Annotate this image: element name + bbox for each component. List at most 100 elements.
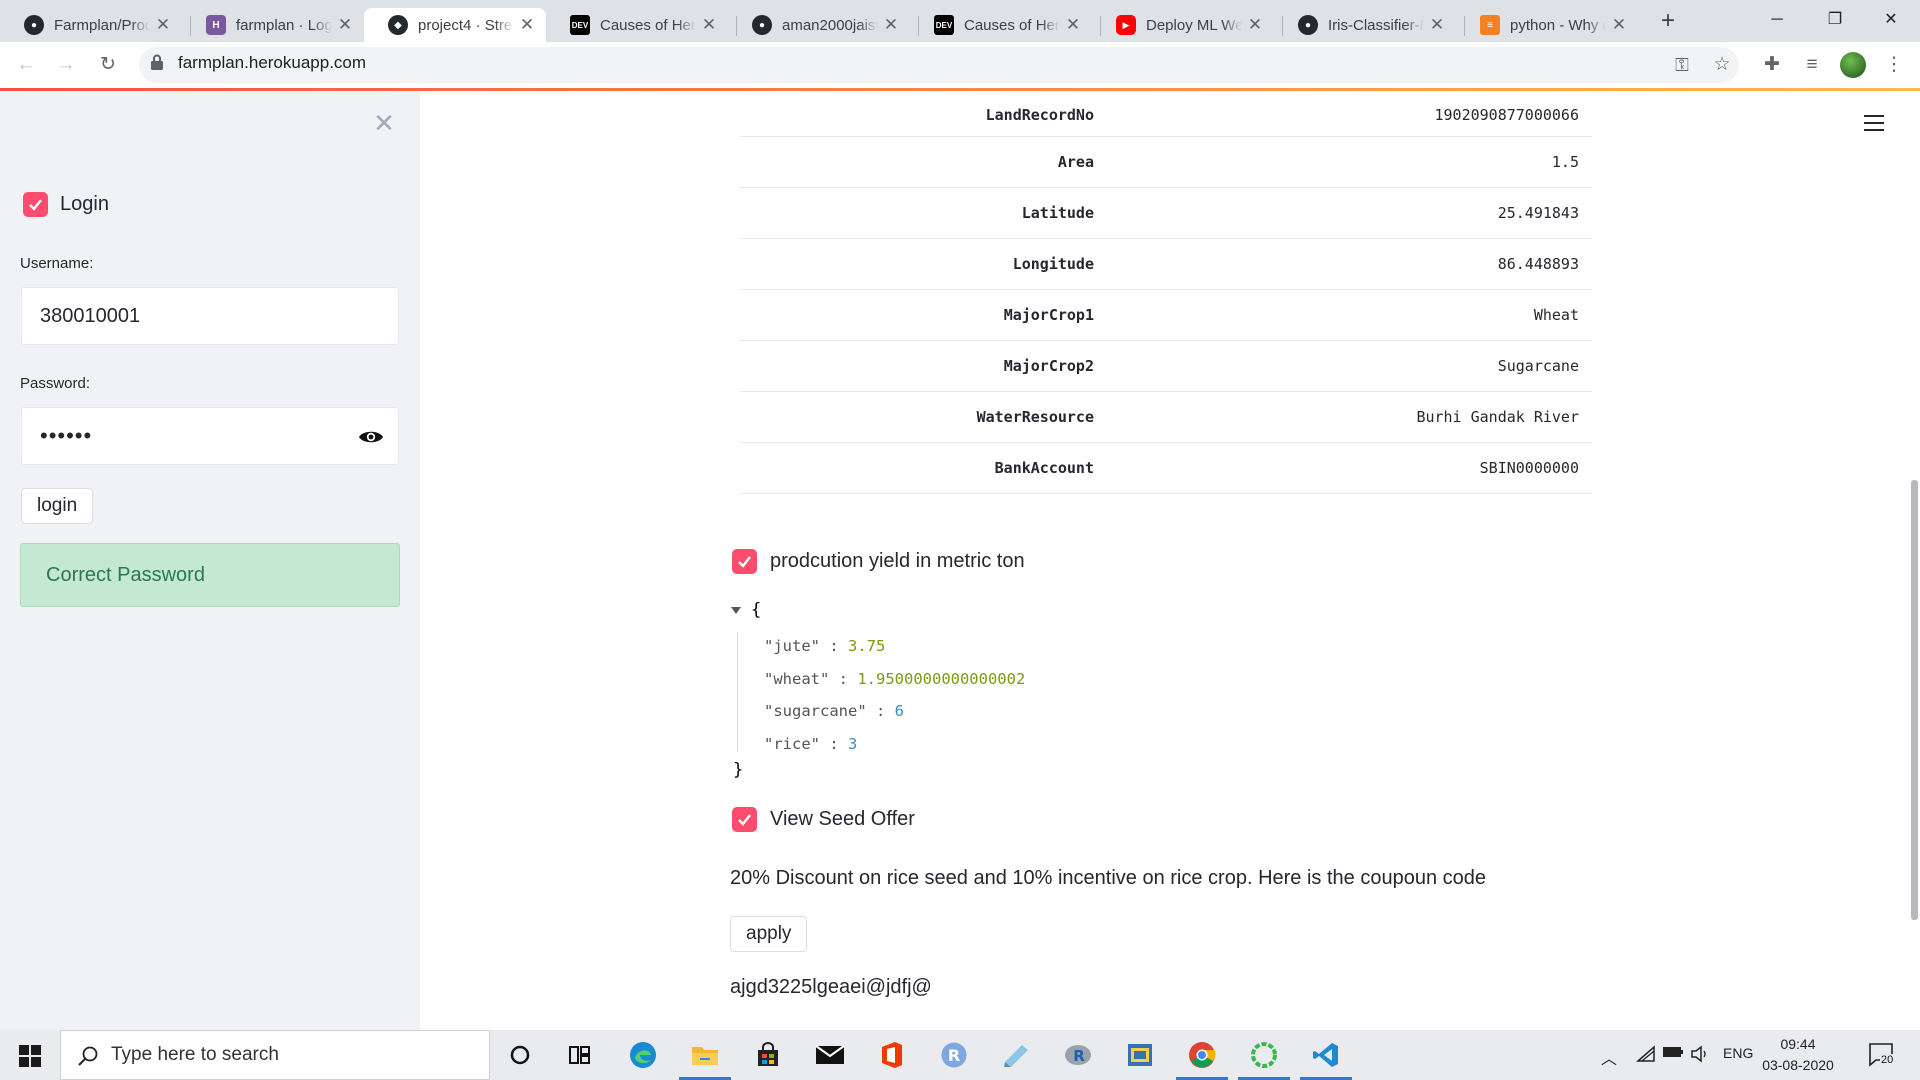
close-tab-icon[interactable]: ✕ — [1428, 15, 1446, 35]
task-view-icon[interactable] — [562, 1039, 598, 1071]
wifi-icon[interactable] — [1636, 1045, 1656, 1067]
address-bar[interactable] — [139, 47, 1739, 83]
json-entry: "jute" : 3.75 — [764, 637, 886, 655]
table-row: MajorCrop1 Wheat — [740, 289, 1592, 341]
close-window-icon[interactable]: ✕ — [1862, 0, 1920, 40]
chrome-menu-icon[interactable]: ⋮ — [1882, 53, 1906, 77]
extensions-icon[interactable]: ✚ — [1760, 53, 1784, 77]
tab-title: Farmplan/Production — [54, 16, 150, 34]
taskbar-search-box[interactable]: Type here to search — [60, 1030, 490, 1080]
dev-icon: DEV — [570, 15, 590, 35]
streamlit-icon: ◆ — [388, 15, 408, 35]
json-key: "sugarcane" — [764, 702, 867, 720]
key-icon[interactable]: ⚿ — [1670, 53, 1694, 77]
seed-offer-checkbox[interactable] — [732, 807, 757, 832]
json-entry: "rice" : 3 — [764, 735, 858, 753]
json-entry: "sugarcane" : 6 — [764, 702, 904, 720]
login-button[interactable]: login — [21, 488, 94, 524]
search-icon — [78, 1046, 98, 1066]
edge-icon[interactable] — [625, 1039, 661, 1071]
hamburger-menu-icon[interactable] — [1864, 115, 1884, 131]
file-explorer-icon[interactable] — [679, 1039, 731, 1080]
close-tab-icon[interactable]: ✕ — [154, 15, 172, 35]
notepad-icon[interactable] — [998, 1039, 1034, 1071]
taskbar-clock[interactable]: 09:44 03-08-2020 — [1758, 1034, 1838, 1076]
microsoft-store-icon[interactable] — [750, 1039, 786, 1071]
table-key: Area — [740, 136, 1107, 188]
table-key: Longitude — [740, 238, 1107, 290]
windows-start-icon[interactable] — [19, 1045, 41, 1067]
password-input[interactable]: •••••• — [21, 407, 399, 465]
back-icon[interactable]: ← — [14, 53, 38, 77]
browser-tab-bar: ● Farmplan/Production ✕ H farmplan · Log… — [0, 0, 1920, 42]
yield-checkbox[interactable] — [732, 549, 757, 574]
rstudio-icon[interactable]: R — [1060, 1039, 1096, 1071]
browser-tab[interactable]: ▶ Deploy ML Web ✕ — [1092, 8, 1274, 42]
github-icon: ● — [1298, 15, 1318, 35]
browser-tab[interactable]: DEV Causes of Heroku ✕ — [910, 8, 1092, 42]
browser-tab[interactable]: ● aman2000jaiswal ✕ — [728, 8, 910, 42]
browser-tab[interactable]: ● Farmplan/Production ✕ — [0, 8, 182, 42]
browser-tab[interactable]: ≡ python - Why do ✕ — [1456, 8, 1638, 42]
close-tab-icon[interactable]: ✕ — [1064, 15, 1082, 35]
scrollbar-thumb[interactable] — [1911, 480, 1918, 920]
checkmark-icon — [29, 199, 42, 211]
media-control-icon[interactable]: ≡ — [1800, 53, 1824, 77]
vscode-icon[interactable] — [1300, 1039, 1352, 1080]
heroku-icon: H — [206, 15, 226, 35]
table-value: 86.448893 — [1107, 238, 1592, 290]
bookmark-star-icon[interactable]: ☆ — [1710, 53, 1734, 77]
table-key: Latitude — [740, 187, 1107, 239]
close-tab-icon[interactable]: ✕ — [336, 15, 354, 35]
r-icon[interactable]: R — [936, 1039, 972, 1071]
table-value: Sugarcane — [1107, 340, 1592, 392]
clock-time: 09:44 — [1780, 1036, 1816, 1052]
table-row: Area 1.5 — [740, 136, 1592, 188]
offer-text: 20% Discount on rice seed and 10% incent… — [730, 867, 1487, 889]
json-key: "rice" — [764, 735, 820, 753]
minimize-icon[interactable]: ─ — [1748, 0, 1806, 40]
lock-icon[interactable] — [150, 54, 164, 70]
table-row: MajorCrop2 Sugarcane — [740, 340, 1592, 392]
browser-tab[interactable]: H farmplan · Logs ✕ — [182, 8, 364, 42]
office-icon[interactable] — [874, 1039, 910, 1071]
json-key: "jute" — [764, 637, 820, 655]
close-tab-icon[interactable]: ✕ — [518, 15, 536, 35]
yield-checkbox-label: prodcution yield in metric ton — [770, 550, 1025, 572]
close-tab-icon[interactable]: ✕ — [882, 15, 900, 35]
url-text[interactable]: farmplan.herokuapp.com — [178, 53, 366, 73]
cortana-icon[interactable] — [502, 1039, 538, 1071]
tab-title: Causes of Heroku — [964, 16, 1060, 34]
close-tab-icon[interactable]: ✕ — [700, 15, 718, 35]
close-sidebar-icon[interactable]: ✕ — [372, 110, 396, 136]
username-input[interactable]: 380010001 — [21, 287, 399, 345]
volume-icon[interactable] — [1690, 1045, 1710, 1067]
success-alert: Correct Password — [20, 543, 400, 607]
password-value: •••••• — [40, 423, 93, 448]
table-row: Latitude 25.491843 — [740, 187, 1592, 239]
chrome-icon[interactable] — [1176, 1039, 1228, 1080]
profile-avatar[interactable] — [1840, 52, 1866, 78]
mail-icon[interactable] — [812, 1039, 848, 1071]
json-value: 6 — [894, 702, 904, 720]
show-hidden-icons[interactable]: ︿ — [1601, 1045, 1617, 1069]
close-tab-icon[interactable]: ✕ — [1246, 15, 1264, 35]
forward-icon[interactable]: → — [54, 53, 78, 77]
browser-tab-active[interactable]: ◆ project4 · Streamlit ✕ — [364, 8, 546, 42]
language-indicator[interactable]: ENG — [1723, 1045, 1753, 1061]
login-checkbox[interactable] — [23, 192, 48, 217]
tab-title: project4 · Streamlit — [418, 16, 514, 34]
maximize-icon[interactable]: ❐ — [1806, 0, 1864, 40]
apply-button[interactable]: apply — [730, 916, 808, 952]
anaconda-icon[interactable] — [1238, 1039, 1290, 1080]
battery-icon[interactable] — [1662, 1045, 1684, 1063]
action-center-icon[interactable]: 20 — [1868, 1042, 1896, 1068]
collapse-toggle-icon[interactable] — [731, 607, 741, 614]
browser-tab[interactable]: DEV Causes of Heroku ✕ — [546, 8, 728, 42]
show-password-eye-icon[interactable] — [358, 428, 384, 446]
new-tab-button[interactable]: + — [1655, 8, 1681, 34]
browser-tab[interactable]: ● Iris-Classifier-ML ✕ — [1274, 8, 1456, 42]
reload-icon[interactable]: ↻ — [96, 53, 120, 77]
python-idle-icon[interactable] — [1122, 1039, 1158, 1071]
close-tab-icon[interactable]: ✕ — [1610, 15, 1628, 35]
